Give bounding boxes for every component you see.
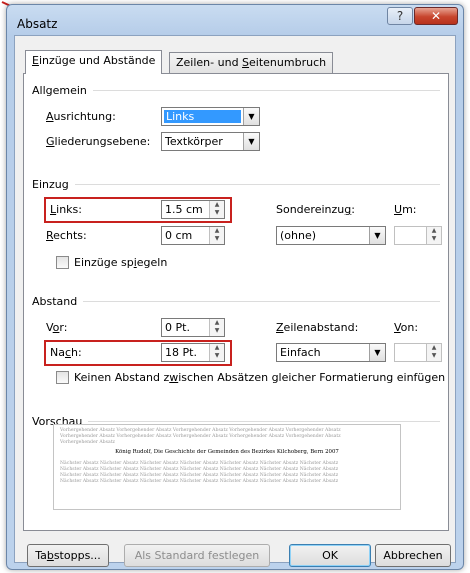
spacing-after-input[interactable]: 18 Pt. ▲ ▼ <box>161 343 225 362</box>
at-input[interactable]: ▲ ▼ <box>394 343 442 362</box>
checkbox-icon[interactable] <box>56 256 69 269</box>
cancel-button[interactable]: Abbrechen <box>375 544 451 567</box>
tab-indents-spacing[interactable]: Einzüge und Abstände <box>25 50 163 74</box>
mirror-indents-checkbox[interactable]: Einzüge spiegeln <box>56 256 167 269</box>
close-button[interactable]: ✕ <box>414 7 458 25</box>
dialog-body: Einzüge und Abstände Zeilen- und Seitenu… <box>14 35 456 567</box>
help-button[interactable]: ? <box>387 7 413 25</box>
spin-arrows-icon[interactable]: ▲ ▼ <box>209 201 224 218</box>
spacing-before-input[interactable]: 0 Pt. ▲ ▼ <box>161 318 225 337</box>
tabs-button[interactable]: Tabstopps... <box>27 544 109 567</box>
special-indent-value: (ohne) <box>280 229 317 242</box>
spacing-after-value: 18 Pt. <box>165 346 197 359</box>
chevron-down-icon[interactable]: ▼ <box>243 108 259 125</box>
chevron-down-icon[interactable]: ▼ <box>369 344 385 361</box>
line-spacing-label: Zeilenabstand: <box>276 321 359 334</box>
spacing-after-label: Nach: <box>50 346 82 359</box>
indent-section-heading: Einzug <box>32 178 440 191</box>
spin-arrows-icon[interactable]: ▲ ▼ <box>209 227 224 244</box>
right-indent-value: 0 cm <box>165 229 193 242</box>
set-as-default-button[interactable]: Als Standard festlegen <box>124 544 270 567</box>
checkbox-icon[interactable] <box>56 371 69 384</box>
by-input[interactable]: ▲ ▼ <box>394 226 442 245</box>
alignment-value: Links <box>164 110 241 123</box>
chevron-down-icon[interactable]: ▼ <box>369 227 385 244</box>
tab-line-page-breaks[interactable]: Zeilen- und Seitenumbruch <box>169 52 334 73</box>
outline-level-value: Textkörper <box>165 135 223 148</box>
spin-arrows-icon[interactable]: ▲ ▼ <box>426 344 441 361</box>
chevron-down-icon[interactable]: ▼ <box>243 133 259 150</box>
left-indent-label: Links: <box>50 203 82 216</box>
at-label: Von: <box>394 321 419 334</box>
by-label: Um: <box>394 203 417 216</box>
special-indent-dropdown[interactable]: (ohne) ▼ <box>276 226 386 245</box>
line-spacing-value: Einfach <box>280 346 321 359</box>
no-space-same-style-checkbox[interactable]: Keinen Abstand zwischen Absätzen gleiche… <box>56 371 445 384</box>
ok-button[interactable]: OK <box>289 544 371 567</box>
preview-previous-paragraph: Vorhergehender Absatz Vorhergehender Abs… <box>60 428 341 445</box>
general-section-heading: Allgemein <box>32 84 440 97</box>
alignment-label: Ausrichtung: <box>46 110 116 123</box>
right-indent-label: Rechts: <box>46 229 87 242</box>
outline-level-dropdown[interactable]: Textkörper ▼ <box>161 132 260 151</box>
left-indent-input[interactable]: 1.5 cm ▲ ▼ <box>161 200 225 219</box>
right-indent-input[interactable]: 0 cm ▲ ▼ <box>161 226 225 245</box>
preview-next-paragraph: Nächster Absatz Nächster Absatz Nächster… <box>60 461 339 484</box>
paragraph-dialog: Absatz ? ✕ Einzüge und Abstände Zeilen- … <box>6 4 464 570</box>
spacing-before-label: Vor: <box>46 321 68 334</box>
outline-level-label: Gliederungsebene: <box>46 135 151 148</box>
alignment-dropdown[interactable]: Links ▼ <box>161 107 260 126</box>
left-indent-value: 1.5 cm <box>165 203 203 216</box>
spacing-before-value: 0 Pt. <box>165 321 190 334</box>
preview-current-paragraph: König Rudolf, Die Geschichte der Gemeind… <box>115 449 339 455</box>
spacing-section-heading: Abstand <box>32 295 440 308</box>
no-space-same-style-label: Keinen Abstand zwischen Absätzen gleiche… <box>74 371 446 384</box>
spin-arrows-icon[interactable]: ▲ ▼ <box>426 227 441 244</box>
spin-arrows-icon[interactable]: ▲ ▼ <box>209 319 224 336</box>
dialog-title: Absatz <box>17 17 58 31</box>
mirror-indents-label: Einzüge spiegeln <box>74 256 168 269</box>
preview-box: Vorhergehender Absatz Vorhergehender Abs… <box>53 424 401 510</box>
spin-arrows-icon[interactable]: ▲ ▼ <box>209 344 224 361</box>
line-spacing-dropdown[interactable]: Einfach ▼ <box>276 343 386 362</box>
special-indent-label: Sondereinzug: <box>276 203 355 216</box>
